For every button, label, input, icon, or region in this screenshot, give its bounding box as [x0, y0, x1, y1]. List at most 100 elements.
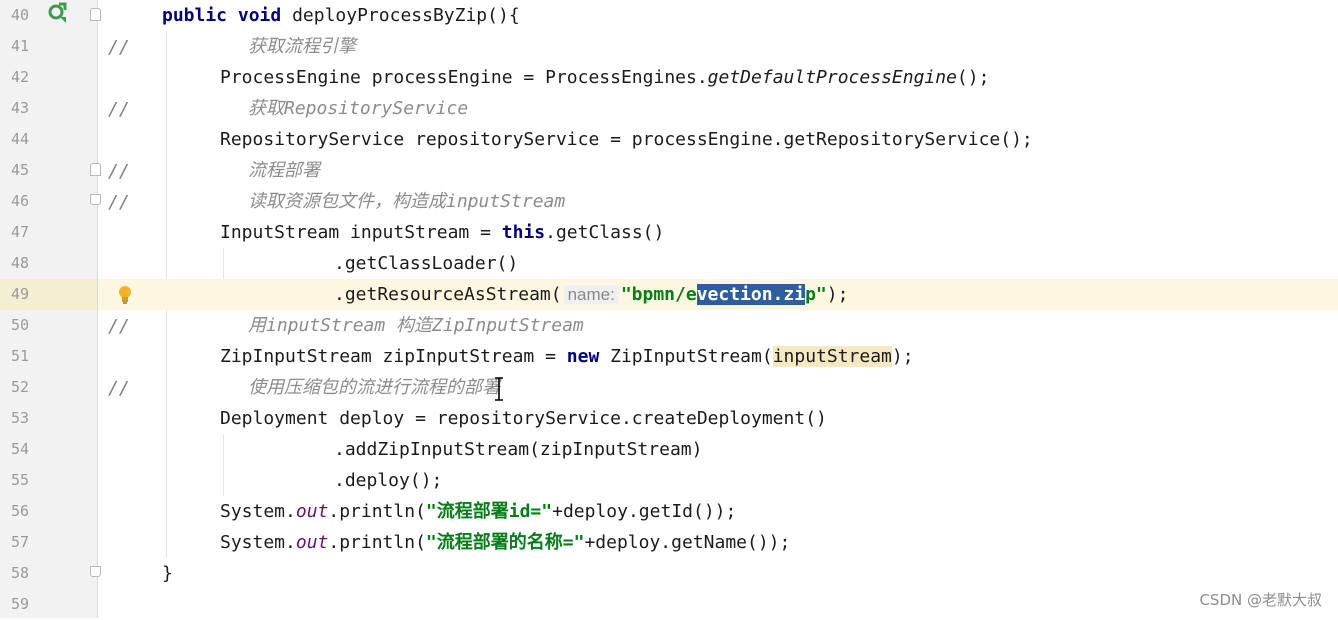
gutter-line: 44: [0, 124, 97, 155]
line-number: 55: [11, 471, 30, 489]
code-text: System.: [220, 501, 296, 522]
code-text: System.: [220, 532, 296, 553]
code-line-54[interactable]: .addZipInputStream(zipInputStream): [98, 434, 1338, 465]
code-line-44[interactable]: RepositoryService repositoryService = pr…: [98, 124, 1338, 155]
code-line-53[interactable]: Deployment deploy = repositoryService.cr…: [98, 403, 1338, 434]
string-literal: "流程部署id=": [425, 501, 553, 522]
line-number: 40: [11, 6, 30, 24]
gutter-line: 52: [0, 372, 97, 403]
gutter-line: 50: [0, 310, 97, 341]
gutter-line: 47: [0, 217, 97, 248]
gutter-line: 57: [0, 527, 97, 558]
code-text: ProcessEngine processEngine = ProcessEng…: [220, 67, 708, 88]
comment-text: 使用压缩包的流进行流程的部署: [248, 377, 500, 398]
code-text: );: [826, 284, 849, 305]
line-number: 50: [11, 316, 30, 334]
gutter-line: 53: [0, 403, 97, 434]
code-line-47[interactable]: InputStream inputStream = this.getClass(…: [98, 217, 1338, 248]
static-method-call: getDefaultProcessEngine: [707, 67, 957, 88]
comment-marker: //: [108, 37, 130, 58]
code-line-42[interactable]: ProcessEngine processEngine = ProcessEng…: [98, 62, 1338, 93]
string-literal: "流程部署的名称=": [425, 532, 585, 553]
gutter-line: 56: [0, 496, 97, 527]
comment-text: 获取流程引擎: [248, 36, 356, 57]
code-text: .println(: [328, 501, 426, 522]
line-number: 53: [11, 409, 30, 427]
code-text: +deploy.getId());: [552, 501, 737, 522]
static-field: out: [295, 532, 329, 553]
line-number: 54: [11, 440, 30, 458]
line-number: 56: [11, 502, 30, 520]
line-number: 46: [11, 192, 30, 210]
code-text: ();: [956, 67, 990, 88]
comment-text: 获取RepositoryService: [248, 98, 469, 119]
code-text: ZipInputStream(: [599, 346, 773, 367]
gutter-line: 45: [0, 155, 101, 186]
gutter-line: 41: [0, 31, 97, 62]
code-line-52[interactable]: // 使用压缩包的流进行流程的部署: [98, 372, 1338, 403]
gutter-line: 51: [0, 341, 97, 372]
line-number: 49: [11, 285, 30, 303]
comment-text: 流程部署: [248, 160, 320, 181]
comment-marker: //: [108, 192, 130, 213]
comment-marker: //: [108, 378, 130, 399]
line-number: 42: [11, 68, 30, 86]
code-text: );: [891, 346, 914, 367]
keyword: new: [566, 346, 600, 367]
line-number: 45: [11, 161, 30, 179]
code-line-45[interactable]: // 流程部署: [98, 155, 1338, 186]
code-text: +deploy.getName());: [584, 532, 791, 553]
code-text: Deployment deploy = repositoryService.cr…: [220, 408, 827, 429]
code-line-41[interactable]: // 获取流程引擎: [98, 31, 1338, 62]
code-line-49[interactable]: .getResourceAsStream(name: "bpmn/evection…: [98, 279, 1338, 310]
line-number-gutter[interactable]: 40 41 42 43 44 45 46 47 48 49 50 51 52 5…: [0, 0, 101, 620]
code-line-40[interactable]: public void deployProcessByZip(){: [98, 0, 1338, 31]
line-number: 51: [11, 347, 30, 365]
method-signature: deployProcessByZip(){: [292, 5, 520, 26]
code-line-59[interactable]: [98, 589, 1338, 620]
gutter-line: 59: [0, 589, 97, 620]
code-line-57[interactable]: System.out.println("流程部署的名称="+deploy.get…: [98, 527, 1338, 558]
line-number: 43: [11, 99, 30, 117]
line-number: 57: [11, 533, 30, 551]
line-number: 44: [11, 130, 30, 148]
text-selection[interactable]: vection.zi: [696, 284, 806, 305]
code-line-51[interactable]: ZipInputStream zipInputStream = new ZipI…: [98, 341, 1338, 372]
code-line-56[interactable]: System.out.println("流程部署id="+deploy.getI…: [98, 496, 1338, 527]
static-field: out: [295, 501, 329, 522]
gutter-line: 40: [0, 0, 101, 31]
code-line-58[interactable]: }: [98, 558, 1338, 589]
code-line-48[interactable]: .getClassLoader(): [98, 248, 1338, 279]
watermark: CSDN @老默大叔: [1199, 591, 1322, 609]
code-line-55[interactable]: .deploy();: [98, 465, 1338, 496]
line-number: 41: [11, 37, 30, 55]
code-text: .deploy();: [334, 470, 443, 491]
text-cursor-icon: [495, 377, 503, 401]
code-editor[interactable]: 40 41 42 43 44 45 46 47 48 49 50 51 52 5…: [0, 0, 1338, 618]
code-text: .println(: [328, 532, 426, 553]
closing-brace: }: [162, 563, 173, 584]
gutter-line: 58: [0, 558, 101, 589]
string-literal: p": [805, 284, 827, 305]
gutter-line: 49: [0, 279, 97, 310]
line-number: 47: [11, 223, 30, 241]
comment-marker: //: [108, 316, 130, 337]
line-number: 58: [11, 564, 30, 582]
gutter-line: 42: [0, 62, 97, 93]
code-line-50[interactable]: // 用inputStream 构造ZipInputStream: [98, 310, 1338, 341]
line-number: 52: [11, 378, 30, 396]
lightbulb-icon[interactable]: [118, 285, 132, 305]
gutter-line: 54: [0, 434, 97, 465]
code-line-46[interactable]: // 读取资源包文件，构造成inputStream: [98, 186, 1338, 217]
run-method-icon[interactable]: [46, 2, 68, 24]
code-text: InputStream inputStream =: [220, 222, 502, 243]
gutter-line: 55: [0, 465, 97, 496]
code-line-43[interactable]: // 获取RepositoryService: [98, 93, 1338, 124]
highlighted-identifier: inputStream: [772, 346, 892, 367]
keyword: public: [162, 5, 228, 26]
keyword: this: [501, 222, 546, 243]
comment-text: 读取资源包文件，构造成inputStream: [248, 191, 566, 212]
line-number: 48: [11, 254, 30, 272]
comment-marker: //: [108, 161, 130, 182]
comment-marker: //: [108, 99, 130, 120]
